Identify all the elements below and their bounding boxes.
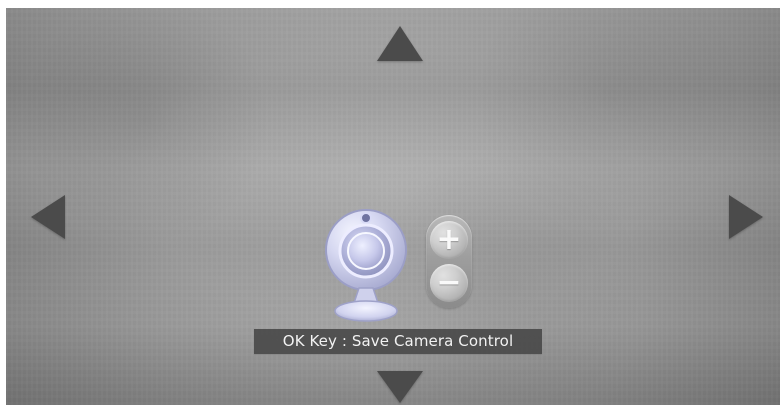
right-arrow-icon[interactable] bbox=[729, 195, 763, 239]
left-arrow-icon[interactable] bbox=[31, 195, 65, 239]
zoom-control: + − bbox=[426, 215, 472, 308]
zoom-in-button[interactable]: + bbox=[430, 221, 468, 259]
up-arrow-icon[interactable] bbox=[377, 26, 423, 61]
zoom-out-button[interactable]: − bbox=[430, 264, 468, 302]
instruction-bar: OK Key : Save Camera Control bbox=[254, 329, 542, 354]
camera-icon-container bbox=[323, 208, 409, 326]
camera-icon bbox=[325, 209, 407, 322]
plus-icon: + bbox=[436, 222, 462, 257]
minus-icon: − bbox=[436, 265, 462, 300]
down-arrow-icon[interactable] bbox=[377, 371, 423, 403]
